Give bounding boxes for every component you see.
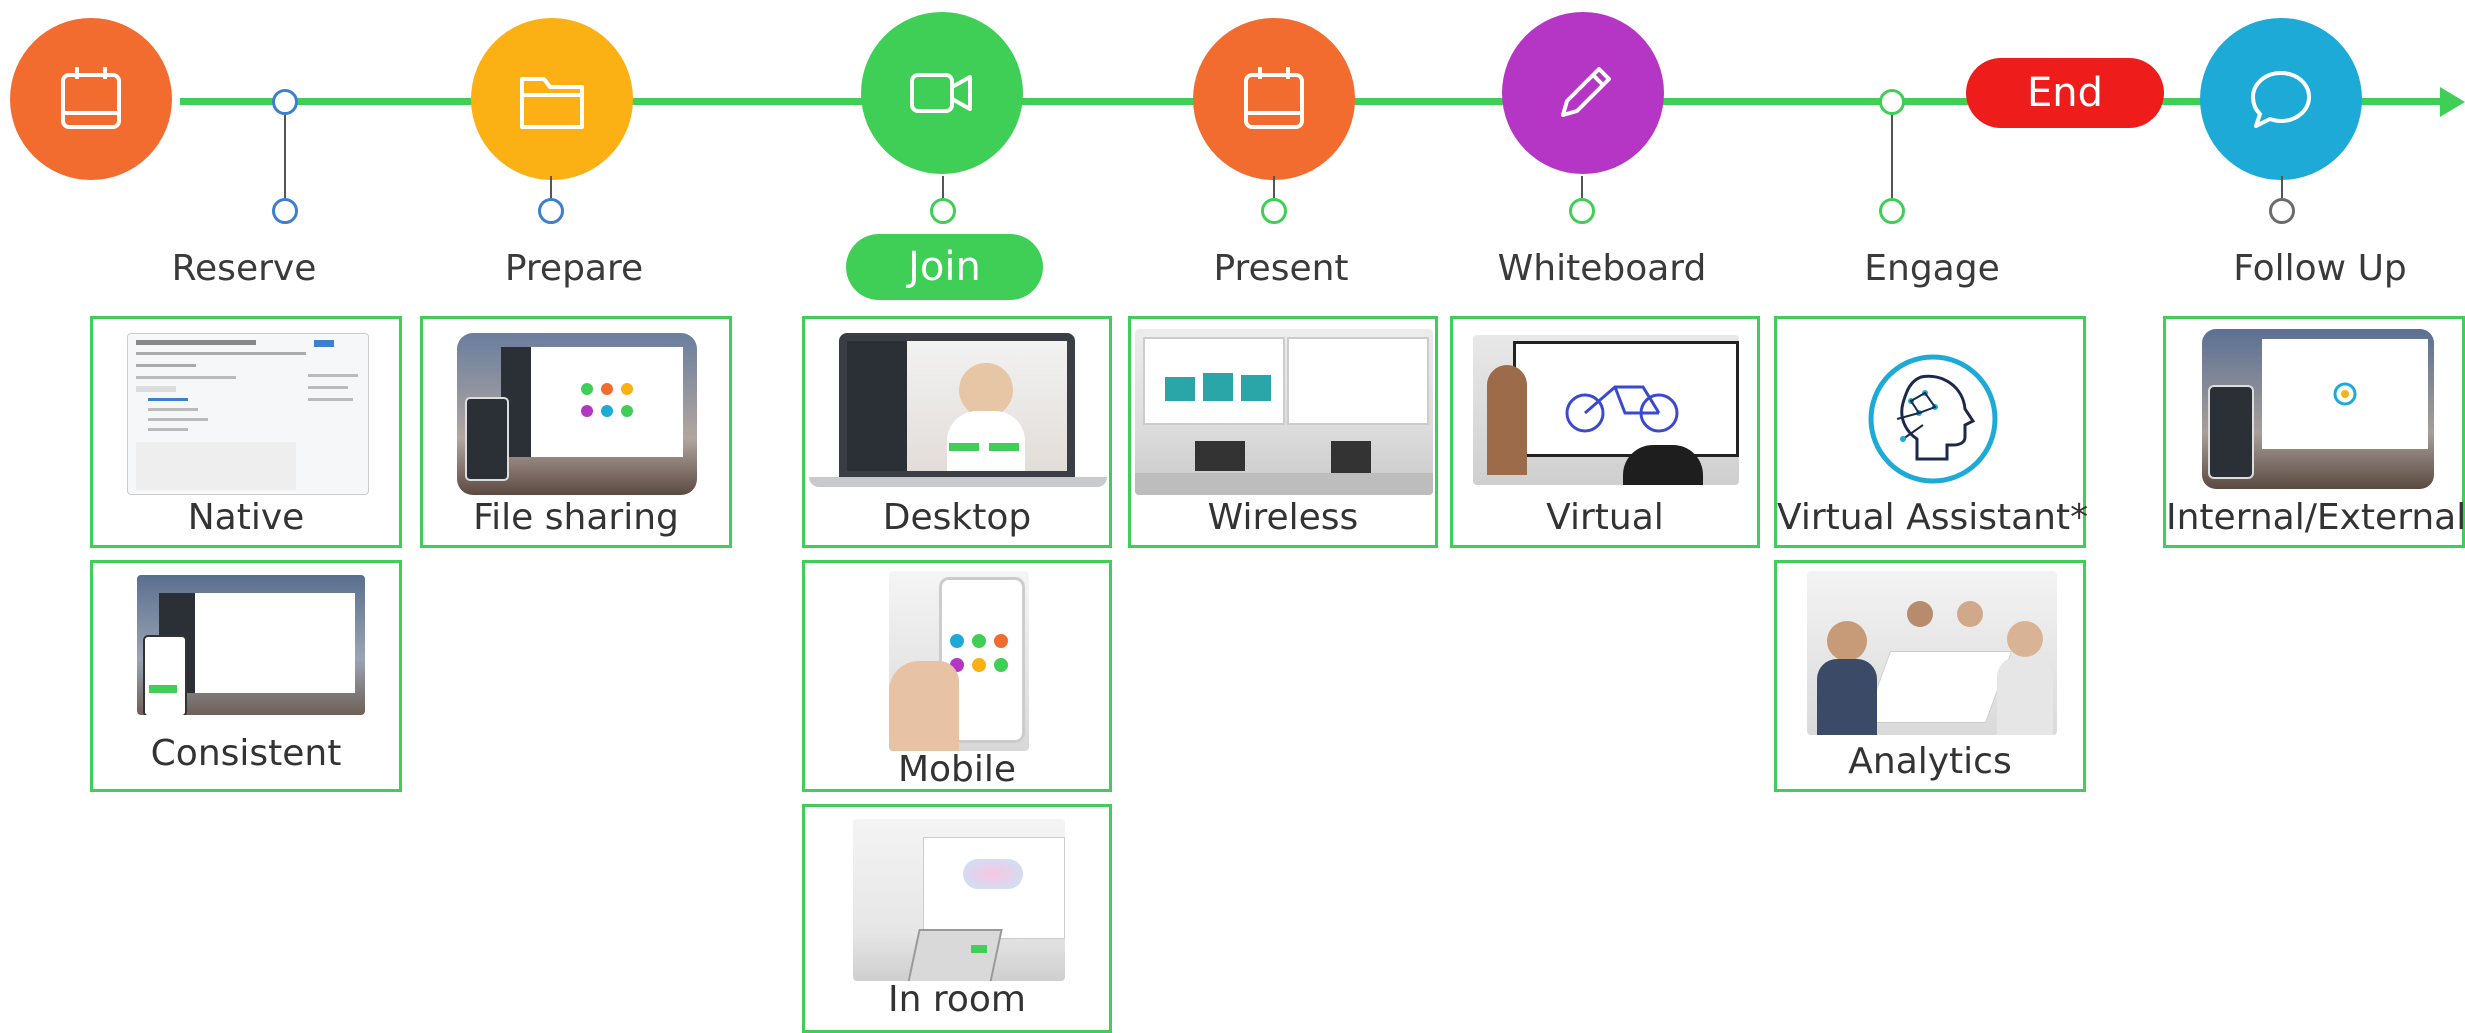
devices-screenshot — [137, 575, 365, 715]
laptop-screenshot — [809, 333, 1107, 493]
card-label-desktop: Desktop — [882, 497, 1032, 538]
stage-present-circle — [1193, 18, 1355, 180]
card-virtual: Virtual — [1450, 316, 1760, 548]
card-label-virtual-assistant: Virtual Assistant* — [1777, 497, 2089, 538]
end-label: End — [2026, 70, 2103, 116]
calendar-icon — [1244, 67, 1304, 129]
connector-line — [2281, 176, 2283, 198]
card-in-room: In room — [802, 804, 1112, 1033]
stage-label-present: Present — [1213, 248, 1349, 289]
card-consistent: Consistent — [90, 560, 402, 792]
stage-label-follow-up: Follow Up — [2233, 248, 2407, 289]
calendar-screenshot — [127, 333, 369, 495]
timeline-node — [272, 89, 298, 115]
card-label-virtual: Virtual — [1546, 497, 1664, 538]
card-label-native: Native — [187, 497, 305, 538]
pencil-icon — [1561, 67, 1611, 117]
stage-prepare-circle — [471, 18, 633, 180]
connector-line — [1891, 114, 1893, 198]
stage-label-reserve: Reserve — [171, 248, 317, 289]
connector-line — [284, 114, 286, 198]
card-analytics: Analytics — [1774, 560, 2086, 792]
timeline-node — [272, 198, 298, 224]
whiteboard-photo — [1473, 335, 1739, 485]
card-label-consistent: Consistent — [150, 733, 342, 774]
video-camera-icon — [910, 73, 972, 113]
meeting-team-photo — [1807, 571, 2057, 735]
stage-join-badge: Join — [846, 234, 1043, 300]
timeline-node — [1879, 198, 1905, 224]
chat-bubble-icon — [2251, 71, 2311, 128]
app-devices-screenshot — [2202, 329, 2434, 489]
card-label-wireless: Wireless — [1207, 497, 1359, 538]
connector-line — [550, 176, 552, 198]
stage-join-circle — [861, 12, 1023, 174]
timeline-node — [930, 198, 956, 224]
timeline-node — [2269, 198, 2295, 224]
stage-follow-up-circle — [2200, 18, 2362, 180]
connector-line — [1273, 176, 1275, 198]
end-badge: End — [1966, 58, 2164, 128]
timeline-node — [538, 198, 564, 224]
card-native: Native — [90, 316, 402, 548]
card-label-mobile: Mobile — [897, 749, 1017, 790]
stage-reserve-circle — [10, 18, 172, 180]
phone-in-hand-photo — [889, 571, 1029, 751]
timeline-arrow-icon — [2440, 87, 2465, 117]
timeline-node — [1879, 89, 1905, 115]
file-sharing-screenshot — [457, 333, 697, 495]
card-wireless: Wireless — [1128, 316, 1438, 548]
connector-line — [942, 176, 944, 198]
stage-label-join: Join — [908, 244, 981, 290]
ai-head-icon — [1863, 349, 2003, 489]
timeline-node — [1261, 198, 1287, 224]
card-virtual-assistant: Virtual Assistant* — [1774, 316, 2089, 548]
card-label-file-sharing: File sharing — [473, 497, 679, 538]
stage-label-prepare: Prepare — [504, 248, 644, 289]
connector-line — [1581, 176, 1583, 198]
folder-icon — [520, 77, 584, 129]
card-internal-external: Internal/External — [2163, 316, 2465, 548]
stage-label-whiteboard: Whiteboard — [1497, 248, 1707, 289]
card-file-sharing: File sharing — [420, 316, 732, 548]
conference-room-photo — [1135, 329, 1433, 495]
card-desktop: Desktop — [802, 316, 1112, 548]
card-label-analytics: Analytics — [1848, 741, 2012, 782]
stage-label-engage: Engage — [1864, 248, 2000, 289]
timeline-node — [1569, 198, 1595, 224]
calendar-icon — [61, 67, 121, 129]
stage-whiteboard-circle — [1502, 12, 1664, 174]
room-device-photo — [853, 819, 1065, 981]
card-label-in-room: In room — [887, 979, 1026, 1020]
card-label-internal-external: Internal/External — [2166, 497, 2465, 538]
card-mobile: Mobile — [802, 560, 1112, 792]
